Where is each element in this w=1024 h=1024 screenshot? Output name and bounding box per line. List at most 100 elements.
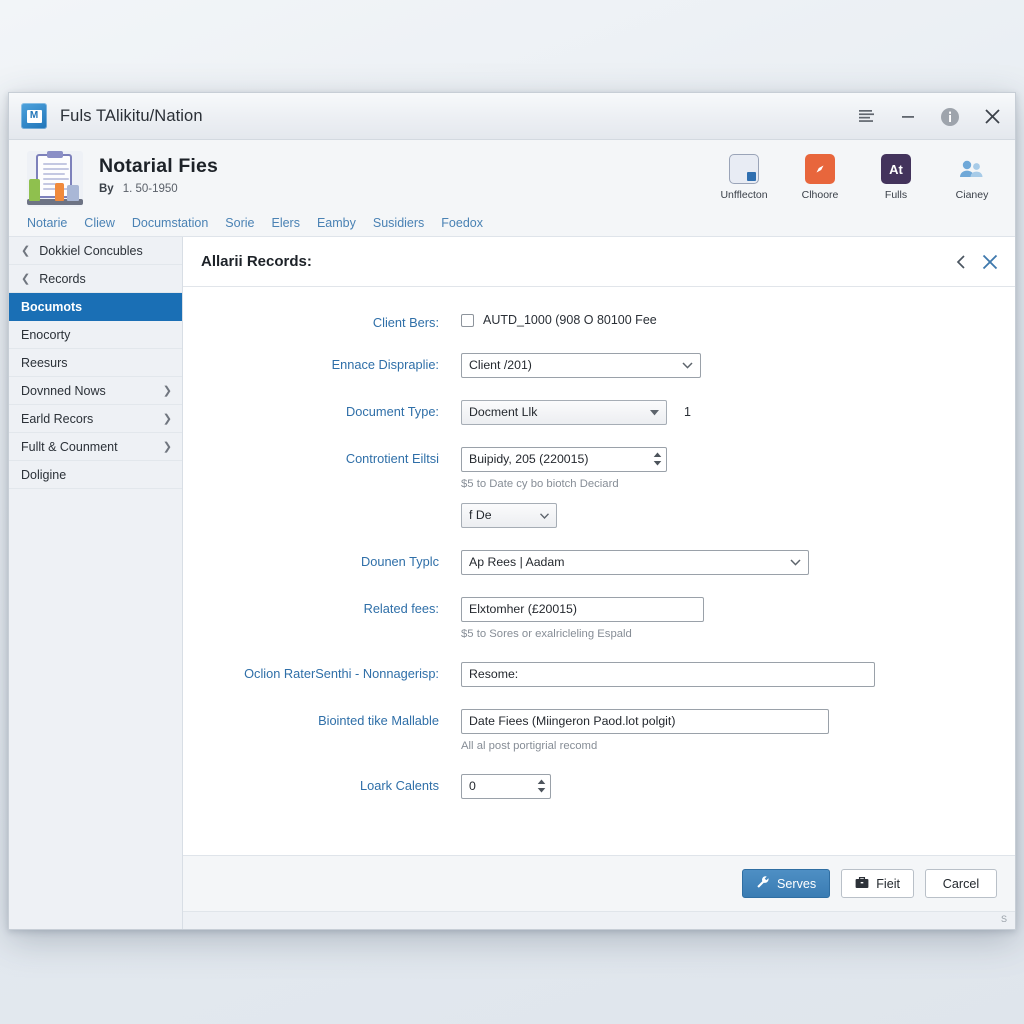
- document-share-icon: [729, 154, 759, 184]
- cancel-button-label: Carcel: [942, 876, 980, 891]
- oclion-ratersenthi-input[interactable]: [461, 661, 875, 687]
- chevron-left-icon: ❮: [21, 245, 31, 257]
- chevron-right-icon: ❯: [162, 441, 172, 453]
- sidebar-item-enocorty[interactable]: Enocorty: [9, 321, 182, 349]
- nav-link-2[interactable]: Documstation: [132, 216, 208, 230]
- ennace-dispraplie-value: Client /201): [469, 358, 532, 373]
- chevron-down-icon: [790, 555, 801, 569]
- nav-link-0[interactable]: Notarie: [27, 216, 67, 230]
- spinner-arrows-icon: [537, 779, 546, 793]
- field-label: Controtient Eiltsi: [345, 450, 439, 466]
- client-bers-checkbox-label: AUTD_1000 (908 O 80100 Fee: [483, 313, 657, 327]
- dounen-typlc-value: Ap Rees | Aadam: [469, 555, 565, 570]
- record-form: Client Bers: AUTD_1000 (908 O 80100 Fee …: [183, 287, 1015, 855]
- chevron-down-icon: [539, 508, 550, 522]
- controtient-hint: $5 to Date cy bo biotch Deciard: [461, 477, 619, 490]
- people-icon: [957, 154, 987, 184]
- window-body: ❮ Dokkiel Concubles ❮ Records Bocumots E…: [9, 237, 1015, 929]
- sidebar-item-label: Dovnned Nows: [21, 383, 106, 398]
- chevron-left-icon: ❮: [21, 273, 31, 285]
- window-controls: [853, 93, 1005, 140]
- related-fees-hint: $5 to Sores or exalricleling Espald: [461, 627, 632, 640]
- nav-link-7[interactable]: Foedox: [441, 216, 483, 230]
- sidebar-item-reesurs[interactable]: Reesurs: [9, 349, 182, 377]
- controtient-sub-select[interactable]: f De: [461, 502, 557, 528]
- sidebar-item-label: Fullt & Counment: [21, 439, 118, 454]
- header-nav-links: Notarie Cliew Documstation Sorie Elers E…: [27, 216, 483, 230]
- document-type-count: 1: [684, 405, 691, 420]
- page-subtitle-by-label: By: [99, 183, 114, 195]
- field-label: Related fees:: [363, 600, 439, 616]
- document-thumbnail-icon: [27, 151, 83, 207]
- biointed-hint: All al post portigrial recomd: [461, 739, 598, 752]
- loark-calents-spinner[interactable]: 0: [461, 773, 551, 799]
- field-label: Dounen Typlc: [360, 553, 439, 569]
- field-button[interactable]: Fieit: [841, 869, 914, 898]
- close-icon[interactable]: [981, 253, 999, 271]
- sidebar-item-bocumots[interactable]: Bocumots: [9, 293, 182, 321]
- minimize-icon[interactable]: [895, 104, 921, 130]
- save-button[interactable]: Serves: [742, 869, 831, 898]
- chevron-left-icon[interactable]: [955, 254, 967, 270]
- sidebar-item-dokkiel-concubles[interactable]: ❮ Dokkiel Concubles: [9, 237, 182, 265]
- sidebar-item-label: Doligine: [21, 467, 67, 482]
- panel-actions: [955, 253, 999, 271]
- sidebar-item-records[interactable]: ❮ Records: [9, 265, 182, 293]
- nav-link-6[interactable]: Susidiers: [373, 216, 424, 230]
- page-title: Notarial Fies: [99, 155, 218, 177]
- header-tool-icons: Unfflecton Clhoore At Fulls Cianey: [715, 154, 1001, 201]
- panel-footer: Serves Fieit Carcel: [183, 855, 1015, 911]
- compass-icon: [805, 154, 835, 184]
- tool-unfflecton[interactable]: Unfflecton: [715, 154, 773, 201]
- field-document-type: Document Type: Docment Llk 1: [203, 399, 995, 425]
- close-icon[interactable]: [979, 104, 1005, 130]
- sidebar-item-doligine[interactable]: Doligine: [9, 461, 182, 489]
- controtient-spinner[interactable]: Buipidy, 205 (220015): [461, 446, 667, 472]
- document-type-value: Docment Llk: [469, 405, 538, 420]
- field-label: Document Type:: [346, 403, 439, 419]
- sidebar: ❮ Dokkiel Concubles ❮ Records Bocumots E…: [9, 237, 183, 929]
- app-logo-icon: M: [21, 103, 47, 129]
- nav-link-5[interactable]: Eamby: [317, 216, 356, 230]
- nav-link-4[interactable]: Elers: [271, 216, 299, 230]
- sidebar-item-earld-recors[interactable]: Earld Recors ❯: [9, 405, 182, 433]
- field-controtient-eiltsi: Controtient Eiltsi Buipidy, 205 (220015)…: [203, 446, 995, 528]
- sidebar-item-dovnned-nows[interactable]: Dovnned Nows ❯: [9, 377, 182, 405]
- detail-panel: Allarii Records: Client Bers: AUTD_1000 …: [183, 237, 1015, 929]
- tool-label-2: Fulls: [884, 189, 908, 201]
- chevron-down-icon: [682, 358, 693, 372]
- related-fees-input[interactable]: [461, 596, 704, 622]
- cancel-button[interactable]: Carcel: [925, 869, 997, 898]
- ennace-dispraplie-select[interactable]: Client /201): [461, 352, 701, 378]
- field-client-bers: Client Bers: AUTD_1000 (908 O 80100 Fee: [203, 311, 995, 331]
- sidebar-item-fullt-counment[interactable]: Fullt & Counment ❯: [9, 433, 182, 461]
- wrench-icon: [756, 875, 770, 892]
- field-label: Biointed tike Mallable: [318, 712, 439, 728]
- dounen-typlc-select[interactable]: Ap Rees | Aadam: [461, 549, 809, 575]
- page-header: Notarial Fies By 1. 50-1950 Notarie Clie…: [9, 140, 1015, 237]
- tool-cianey[interactable]: Cianey: [943, 154, 1001, 201]
- text-format-icon: At: [881, 154, 911, 184]
- save-button-label: Serves: [777, 876, 817, 891]
- field-label: Oclion RaterSenthi - Nonnagerisp:: [244, 665, 439, 681]
- title-bar: M Fuls TAlikitu/Nation: [9, 93, 1015, 140]
- sidebar-item-label: Records: [39, 271, 86, 286]
- client-bers-checkbox[interactable]: [461, 313, 474, 327]
- controtient-value: Buipidy, 205 (220015): [469, 452, 589, 467]
- menu-icon[interactable]: [853, 104, 879, 130]
- application-window: M Fuls TAlikitu/Nation Notarial Fies By …: [8, 92, 1016, 930]
- field-oclion-ratersenthi: Oclion RaterSenthi - Nonnagerisp:: [203, 661, 995, 687]
- status-bar: S: [183, 911, 1015, 929]
- biointed-tike-mallable-input[interactable]: [461, 708, 829, 734]
- field-related-fees: Related fees: $5 to Sores or exalricleli…: [203, 596, 995, 640]
- field-loark-calents: Loark Calents 0: [203, 773, 995, 799]
- tool-label-3: Cianey: [955, 189, 989, 201]
- panel-title: Allarii Records:: [201, 253, 312, 270]
- info-icon[interactable]: [937, 104, 963, 130]
- document-type-select[interactable]: Docment Llk: [461, 399, 667, 425]
- nav-link-3[interactable]: Sorie: [225, 216, 254, 230]
- tool-clhoore[interactable]: Clhoore: [791, 154, 849, 201]
- field-ennace-dispraplie: Ennace Dispraplie: Client /201): [203, 352, 995, 378]
- tool-fulls[interactable]: At Fulls: [867, 154, 925, 201]
- nav-link-1[interactable]: Cliew: [84, 216, 115, 230]
